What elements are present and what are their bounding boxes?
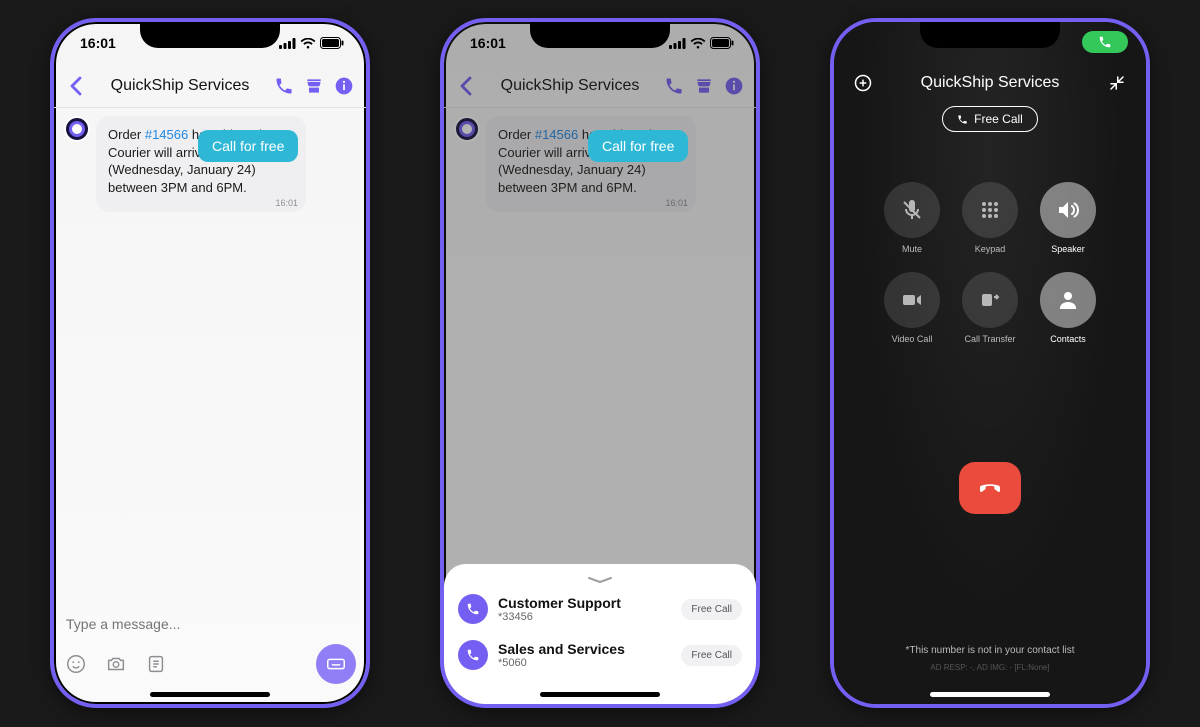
department-name: Customer Support [498, 595, 671, 611]
call-title: QuickShip Services [921, 74, 1060, 92]
call-controls-grid: Mute Keypad Speaker Video Call Call Tran… [834, 182, 1146, 344]
free-call-pill[interactable]: Free Call [681, 645, 742, 666]
free-call-pill[interactable]: Free Call [681, 599, 742, 620]
keyboard-fab[interactable] [316, 644, 356, 684]
chat-title: QuickShip Services [94, 77, 266, 95]
department-number: *5060 [498, 657, 671, 669]
call-options-sheet: Customer Support *33456 Free Call Sales … [444, 564, 756, 704]
call-icon[interactable] [272, 74, 296, 98]
phone-frame-call-sheet: 16:01 QuickShip Services Call for free O… [440, 18, 760, 708]
department-row[interactable]: Sales and Services *5060 Free Call [456, 632, 744, 678]
chat-navbar: QuickShip Services [54, 64, 366, 108]
department-row[interactable]: Customer Support *33456 Free Call [456, 586, 744, 632]
notch [920, 22, 1060, 48]
input-dock [54, 602, 366, 690]
department-name: Sales and Services [498, 641, 671, 657]
home-indicator[interactable] [150, 692, 270, 697]
minimize-icon[interactable] [1106, 72, 1128, 94]
department-number: *33456 [498, 611, 671, 623]
attachment-icon[interactable] [144, 652, 168, 676]
notch [530, 22, 670, 48]
camera-icon[interactable] [104, 652, 128, 676]
status-indicators [669, 37, 734, 49]
order-link[interactable]: #14566 [145, 127, 188, 142]
end-call-button[interactable] [959, 462, 1021, 514]
msg-prefix: Order [108, 127, 145, 142]
call-screen: QuickShip Services Free Call Mute Keypad… [834, 22, 1146, 704]
call-type-pill: Free Call [942, 106, 1038, 132]
home-indicator[interactable] [930, 692, 1050, 697]
wifi-icon [300, 38, 316, 49]
phone-icon [458, 594, 488, 624]
info-icon[interactable] [332, 74, 356, 98]
call-for-free-tooltip[interactable]: Call for free [588, 130, 688, 162]
notch [140, 22, 280, 48]
home-indicator[interactable] [540, 692, 660, 697]
battery-icon [320, 37, 344, 49]
phone-frame-active-call: QuickShip Services Free Call Mute Keypad… [830, 18, 1150, 708]
message-timestamp: 16:01 [275, 197, 298, 209]
store-icon[interactable] [302, 74, 326, 98]
sheet-grabber[interactable] [586, 576, 614, 580]
status-time: 16:01 [80, 35, 116, 51]
phone-icon [458, 640, 488, 670]
call-type-label: Free Call [974, 112, 1023, 126]
cellular-icon [279, 38, 296, 49]
battery-icon [710, 37, 734, 49]
cellular-icon [669, 38, 686, 49]
call-transfer-button[interactable]: Call Transfer [958, 272, 1022, 344]
back-button[interactable] [64, 74, 88, 98]
message-input[interactable] [64, 608, 356, 640]
status-time: 16:01 [470, 35, 506, 51]
emoji-icon[interactable] [64, 652, 88, 676]
contact-warning: *This number is not in your contact list [834, 645, 1146, 656]
keypad-button[interactable]: Keypad [958, 182, 1022, 254]
phone-frame-chat: 16:01 QuickShip Services Call for fr [50, 18, 370, 708]
status-indicators [279, 37, 344, 49]
ad-meta: AD RESP: -, AD IMG: - [FL:None] [834, 663, 1146, 672]
contacts-button[interactable]: Contacts [1036, 272, 1100, 344]
wifi-icon [690, 38, 706, 49]
speaker-button[interactable]: Speaker [1036, 182, 1100, 254]
video-call-button[interactable]: Video Call [880, 272, 944, 344]
mute-button[interactable]: Mute [880, 182, 944, 254]
sender-avatar[interactable] [64, 116, 90, 142]
call-for-free-tooltip[interactable]: Call for free [198, 130, 298, 162]
conversation: Order #14566 has shipped. Courier will a… [54, 108, 366, 220]
add-contact-icon[interactable] [852, 72, 874, 94]
